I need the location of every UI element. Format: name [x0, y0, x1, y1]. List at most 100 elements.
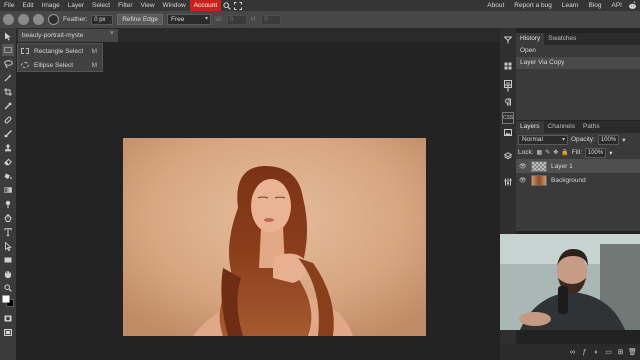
width-input[interactable]: 0 [226, 14, 247, 25]
layer-row[interactable]: 👁 Layer 1 [516, 159, 640, 173]
healing-brush-tool-icon[interactable] [2, 114, 14, 126]
visibility-eye-icon[interactable]: 👁 [519, 177, 527, 184]
subtract-selection-icon[interactable] [33, 14, 44, 25]
history-panel-tabs: History Swatches [516, 33, 640, 45]
menu-bar: File Edit Image Layer Select Filter View… [0, 0, 640, 11]
flyout-shortcut: M [91, 61, 97, 69]
screen-mode-icon[interactable] [2, 326, 14, 338]
swatches-panel-icon[interactable] [502, 60, 514, 72]
rectangle-select-item[interactable]: Rectangle Select M [18, 44, 102, 58]
feather-input[interactable]: 0 px [91, 14, 114, 25]
document-tab[interactable]: beauty-portrait-myste × [18, 29, 118, 42]
ellipse-select-item[interactable]: Ellipse Select M [18, 58, 102, 72]
tab-swatches[interactable]: Swatches [544, 33, 580, 45]
menu-image[interactable]: Image [38, 0, 64, 11]
quick-mask-icon[interactable] [2, 312, 14, 324]
paragraph-panel-icon[interactable] [502, 96, 514, 108]
css-panel-icon[interactable]: CSS [502, 112, 514, 124]
tab-history[interactable]: History [516, 33, 545, 45]
layer-effects-icon[interactable]: ƒ [580, 349, 589, 356]
menu-file[interactable]: File [0, 0, 18, 11]
flyout-shortcut: M [91, 47, 97, 55]
tab-layers[interactable]: Layers [516, 121, 544, 133]
adjustments-panel-icon[interactable] [502, 176, 514, 188]
dodge-tool-icon[interactable] [2, 198, 14, 210]
image-panel-icon[interactable] [502, 126, 514, 138]
eraser-tool-icon[interactable] [2, 156, 14, 168]
feather-label: Feather: [63, 16, 88, 23]
paint-bucket-tool-icon[interactable] [2, 170, 14, 182]
height-input[interactable]: 0 [261, 14, 282, 25]
menu-window[interactable]: Window [159, 0, 190, 11]
layer-thumbnail [531, 174, 547, 186]
magic-wand-tool-icon[interactable] [2, 72, 14, 84]
path-select-tool-icon[interactable] [2, 240, 14, 252]
zoom-tool-icon[interactable] [2, 282, 14, 294]
tab-channels[interactable]: Channels [544, 121, 579, 133]
opacity-input[interactable]: 100% [597, 134, 620, 145]
brush-tool-icon[interactable] [2, 128, 14, 140]
eyedropper-tool-icon[interactable] [2, 100, 14, 112]
lock-pixels-icon[interactable]: ✎ [545, 149, 550, 156]
reddit-icon[interactable] [627, 0, 638, 11]
clone-stamp-tool-icon[interactable] [2, 142, 14, 154]
menu-edit[interactable]: Edit [18, 0, 37, 11]
fullscreen-icon[interactable] [232, 0, 243, 11]
shape-tool-icon[interactable] [2, 254, 14, 266]
layer-row[interactable]: 👁 Background [516, 173, 640, 187]
gradient-tool-icon[interactable] [2, 184, 14, 196]
portrait-photo[interactable] [123, 138, 426, 336]
ellipse-select-icon [21, 62, 29, 68]
adjustment-layer-icon[interactable]: ◐ [592, 349, 601, 356]
history-entry[interactable]: Open [516, 45, 640, 57]
hand-tool-icon[interactable] [2, 268, 14, 280]
move-tool-icon[interactable] [2, 30, 14, 42]
delete-layer-icon[interactable]: 🗑 [628, 348, 637, 356]
fill-dropdown-icon[interactable]: ▾ [609, 149, 612, 157]
blog-link[interactable]: Blog [584, 0, 607, 11]
tab-paths[interactable]: Paths [579, 121, 604, 133]
document-tab-bar: beauty-portrait-myste × [16, 28, 500, 42]
refine-edge-button[interactable]: Refine Edge [117, 14, 163, 25]
account-button[interactable]: Account [189, 0, 222, 11]
menu-select[interactable]: Select [88, 0, 114, 11]
lock-all-icon[interactable]: 🔒 [561, 149, 568, 156]
lock-transparency-icon[interactable]: ▦ [537, 149, 543, 156]
opacity-dropdown-icon[interactable]: ▾ [622, 136, 625, 144]
webcam-overlay [500, 234, 640, 330]
layers-panel-icon[interactable] [502, 150, 514, 162]
character-panel-icon[interactable] [502, 82, 514, 94]
new-selection-icon[interactable] [3, 14, 14, 25]
learn-link[interactable]: Learn [557, 0, 584, 11]
api-link[interactable]: API [607, 0, 627, 11]
lasso-tool-icon[interactable] [2, 58, 14, 70]
add-selection-icon[interactable] [18, 14, 29, 25]
menu-filter[interactable]: Filter [114, 0, 136, 11]
new-layer-icon[interactable]: ⊞ [616, 348, 625, 356]
report-bug-link[interactable]: Report a bug [509, 0, 557, 11]
search-icon[interactable] [221, 0, 232, 11]
about-link[interactable]: About [482, 0, 509, 11]
layers-panel: Layers Channels Paths Normal Opacity: 10… [516, 121, 640, 231]
lock-position-icon[interactable]: ✥ [553, 149, 558, 156]
select-tool-flyout: Rectangle Select M Ellipse Select M [17, 43, 103, 72]
crop-tool-icon[interactable] [2, 86, 14, 98]
fill-input[interactable]: 100% [584, 147, 607, 158]
rect-select-tool-icon[interactable] [2, 44, 14, 56]
color-swatches-icon[interactable] [2, 295, 14, 307]
visibility-eye-icon[interactable]: 👁 [519, 163, 527, 170]
history-panel-icon[interactable] [502, 34, 514, 46]
close-icon[interactable]: × [110, 30, 114, 37]
new-group-icon[interactable]: ▭ [604, 348, 613, 356]
menu-layer[interactable]: Layer [64, 0, 88, 11]
lock-controls: Lock: ▦ ✎ ✥ 🔒 Fill: 100% ▾ [516, 146, 640, 159]
pen-tool-icon[interactable] [2, 212, 14, 224]
type-tool-icon[interactable] [2, 226, 14, 238]
link-layers-icon[interactable]: ∞ [568, 349, 577, 356]
selection-mode-select[interactable]: Free [167, 14, 211, 25]
blend-mode-select[interactable]: Normal [518, 134, 568, 145]
intersect-selection-icon[interactable] [48, 14, 59, 25]
history-entry[interactable]: Layer Via Copy [516, 57, 640, 69]
canvas-area[interactable] [16, 42, 500, 360]
menu-view[interactable]: View [137, 0, 159, 11]
